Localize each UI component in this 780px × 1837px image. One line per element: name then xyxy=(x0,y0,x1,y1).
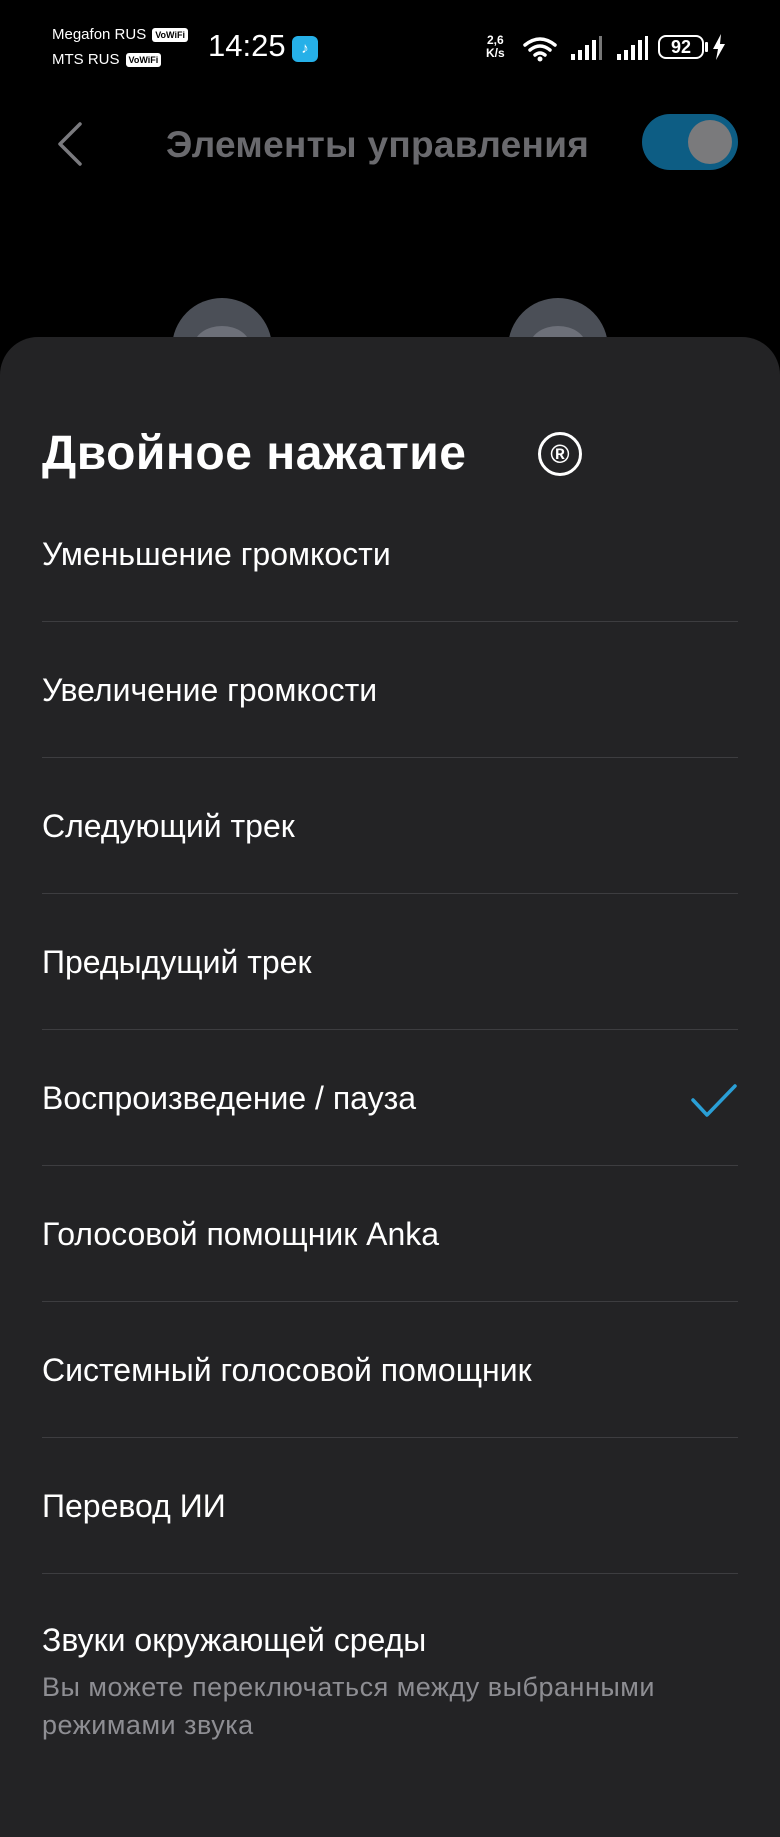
carrier-2: MTS RUS VoWiFi xyxy=(52,51,162,68)
option-play-pause[interactable]: Воспроизведение / пауза xyxy=(42,1030,738,1166)
page-title: Элементы управления xyxy=(166,124,590,165)
battery-tip xyxy=(705,42,708,52)
option-label: Следующий трек xyxy=(42,808,295,844)
option-label: Системный голосовой помощник xyxy=(42,1352,532,1388)
battery-icon: 92 xyxy=(658,35,704,59)
option-label: Перевод ИИ xyxy=(42,1488,226,1524)
option-volume-up[interactable]: Увеличение громкости xyxy=(42,622,738,758)
back-button[interactable] xyxy=(52,118,92,170)
music-app-icon: ♪ xyxy=(292,36,318,62)
option-volume-down[interactable]: Уменьшение громкости xyxy=(42,486,738,622)
controls-toggle[interactable] xyxy=(642,114,738,170)
checkmark-icon xyxy=(691,1084,737,1117)
wifi-icon xyxy=(523,37,557,62)
option-description: Вы можете переключаться между выбранными… xyxy=(42,1672,655,1740)
option-label: Увеличение громкости xyxy=(42,672,378,708)
option-next-track[interactable]: Следующий трек xyxy=(42,758,738,894)
option-previous-track[interactable]: Предыдущий трек xyxy=(42,894,738,1030)
net-speed: 2,6 K/s xyxy=(486,34,505,60)
carrier-1-name: Megafon RUS xyxy=(52,26,147,43)
chevron-left-icon xyxy=(58,122,82,166)
carrier-2-name: MTS RUS xyxy=(52,51,120,68)
option-system-voice-assistant[interactable]: Системный голосовой помощник xyxy=(42,1302,738,1438)
signal-icon xyxy=(617,36,648,60)
toggle-knob xyxy=(688,120,732,164)
clock: 14:25 xyxy=(208,28,286,63)
sheet-title: Двойное нажатие xyxy=(42,427,467,480)
option-label: Уменьшение громкости xyxy=(42,536,391,572)
option-label: Воспроизведение / пауза xyxy=(42,1080,417,1116)
net-speed-unit: K/s xyxy=(486,46,505,60)
status-bar: Megafon RUS VoWiFi MTS RUS VoWiFi 14:25 … xyxy=(0,0,780,100)
carrier-1: Megafon RUS VoWiFi xyxy=(52,26,188,43)
vowifi-badge: VoWiFi xyxy=(152,27,188,42)
option-ai-translation[interactable]: Перевод ИИ xyxy=(42,1438,738,1574)
registered-icon[interactable]: ® xyxy=(538,432,582,476)
option-label: Предыдущий трек xyxy=(42,944,312,980)
charging-icon xyxy=(713,34,725,60)
signal-icon xyxy=(571,36,602,60)
option-voice-assistant-anka[interactable]: Голосовой помощник Anka xyxy=(42,1166,738,1302)
option-label: Звуки окружающей среды xyxy=(42,1622,427,1658)
option-label: Голосовой помощник Anka xyxy=(42,1216,440,1252)
vowifi-badge: VoWiFi xyxy=(125,52,162,67)
